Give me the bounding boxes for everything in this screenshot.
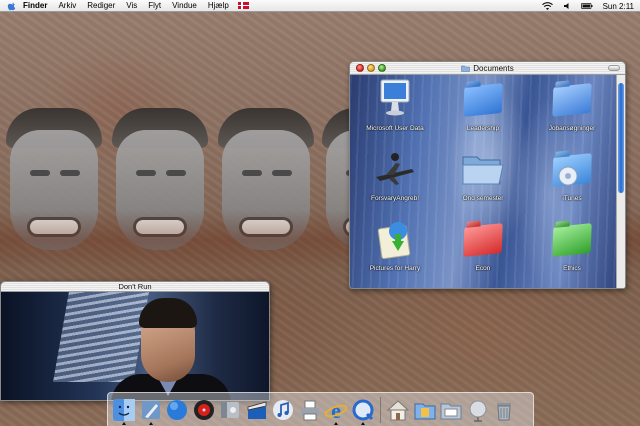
itunes-icon — [271, 398, 295, 422]
finder-icon — [112, 398, 136, 422]
printer-icon — [298, 398, 322, 422]
quicktime-icon — [351, 398, 375, 422]
scrollbar-thumb[interactable] — [618, 83, 624, 193]
menu-extras: Sun 2:11 — [541, 0, 640, 12]
folder-label: Ethics — [563, 265, 581, 272]
dock-dvd-player[interactable] — [191, 396, 217, 424]
file-microsoft-user-data[interactable]: Microsoft User Data — [355, 77, 435, 132]
home-icon — [386, 398, 410, 422]
folder-icon — [461, 65, 471, 72]
folder-pictures-for-harry[interactable]: Pictures for Harry — [355, 217, 435, 272]
file-label: ForsvaryAngreb! — [370, 195, 420, 202]
dvd-icon — [192, 398, 216, 422]
imac-icon — [372, 77, 418, 123]
close-button[interactable] — [356, 64, 364, 72]
folder-ethics[interactable]: Ethics — [532, 217, 612, 272]
dock-separator — [380, 396, 381, 423]
system-preferences-icon — [218, 398, 242, 422]
ie-icon: e — [324, 398, 348, 423]
documents-content: Microsoft User Data Leadership Jobansøgn… — [350, 75, 618, 288]
minimize-button[interactable] — [367, 64, 375, 72]
svg-text:e: e — [331, 398, 341, 422]
folder-jobansogninger[interactable]: Jobansøgninger — [532, 77, 612, 132]
download-folder-icon — [372, 217, 418, 263]
menu-arkiv[interactable]: Arkiv — [58, 0, 76, 12]
mail-icon — [139, 398, 163, 422]
globe-icon — [165, 398, 189, 422]
dock-mail[interactable] — [138, 396, 164, 425]
green-folder-icon — [549, 217, 595, 263]
blue-folder-icon — [460, 77, 506, 123]
dock-internet-explorer[interactable]: e — [323, 396, 349, 425]
documents-window[interactable]: Documents Microsoft User Data Leadership — [349, 61, 626, 289]
danish-flag-icon[interactable] — [237, 2, 249, 9]
airplane-icon — [372, 147, 418, 193]
folder-label: Leadership — [466, 125, 500, 132]
folder-label: Ond semester — [462, 195, 504, 202]
open-folder-icon — [460, 147, 506, 193]
folder-leadership[interactable]: Leadership — [443, 77, 523, 132]
folder-label: Pictures for Harry — [369, 265, 421, 272]
toolbar-toggle-button[interactable] — [608, 65, 620, 71]
dock-mail-folder[interactable] — [438, 396, 464, 424]
documents-titlebar[interactable]: Documents — [350, 62, 625, 75]
battery-icon[interactable] — [580, 2, 593, 10]
file-label: Microsoft User Data — [366, 125, 424, 132]
dock-network[interactable] — [465, 396, 491, 424]
dock: e — [107, 392, 534, 426]
folder-econ[interactable]: Econ — [443, 217, 523, 272]
file-forsvarangreb[interactable]: ForsvaryAngreb! — [355, 147, 435, 202]
dock-imovie[interactable] — [244, 396, 270, 424]
movie-titlebar[interactable]: Don't Run — [1, 282, 269, 292]
menu-rediger[interactable]: Rediger — [87, 0, 115, 12]
folder-ond-semester[interactable]: Ond semester — [443, 147, 523, 202]
dock-itunes[interactable] — [270, 396, 296, 424]
network-icon — [466, 398, 490, 422]
documents-scrollbar[interactable] — [616, 75, 625, 288]
menu-vindue[interactable]: Vindue — [172, 0, 197, 12]
itunes-folder-icon — [549, 147, 595, 193]
dock-internet-connect[interactable] — [164, 396, 190, 424]
dock-print-center[interactable] — [297, 396, 323, 424]
folder-itunes[interactable]: iTunes — [532, 147, 612, 202]
documents-folder-icon — [413, 398, 437, 422]
wifi-icon[interactable] — [541, 1, 553, 11]
menu-flyt[interactable]: Flyt — [148, 0, 161, 12]
folder-label: iTunes — [562, 195, 582, 202]
menu-finder[interactable]: Finder — [23, 0, 47, 12]
folder-label: Jobansøgninger — [548, 125, 596, 132]
volume-icon[interactable] — [563, 2, 571, 10]
movie-video[interactable] — [1, 292, 269, 400]
folder-label: Econ — [475, 265, 491, 272]
menu-hjaelp[interactable]: Hjælp — [208, 0, 229, 12]
red-folder-icon — [460, 217, 506, 263]
menubar-clock[interactable]: Sun 2:11 — [603, 2, 634, 11]
documents-window-title: Documents — [473, 63, 514, 73]
trash-icon — [492, 398, 516, 422]
dock-system-preferences[interactable] — [217, 396, 243, 424]
movie-window-title: Don't Run — [118, 282, 152, 291]
menu-vis[interactable]: Vis — [126, 0, 137, 12]
mail-folder-icon — [439, 398, 463, 422]
dock-documents[interactable] — [412, 396, 438, 424]
menubar: Finder Arkiv Rediger Vis Flyt Vindue Hjæ… — [0, 0, 640, 12]
dock-home[interactable] — [385, 396, 411, 424]
movie-window[interactable]: Don't Run — [0, 281, 270, 401]
dock-quicktime[interactable] — [350, 396, 376, 425]
dock-finder[interactable] — [111, 396, 137, 425]
blue-folder-icon — [549, 77, 595, 123]
clapper-icon — [245, 398, 269, 422]
apple-icon[interactable] — [7, 1, 17, 11]
zoom-button[interactable] — [378, 64, 386, 72]
dock-trash[interactable] — [491, 396, 517, 424]
